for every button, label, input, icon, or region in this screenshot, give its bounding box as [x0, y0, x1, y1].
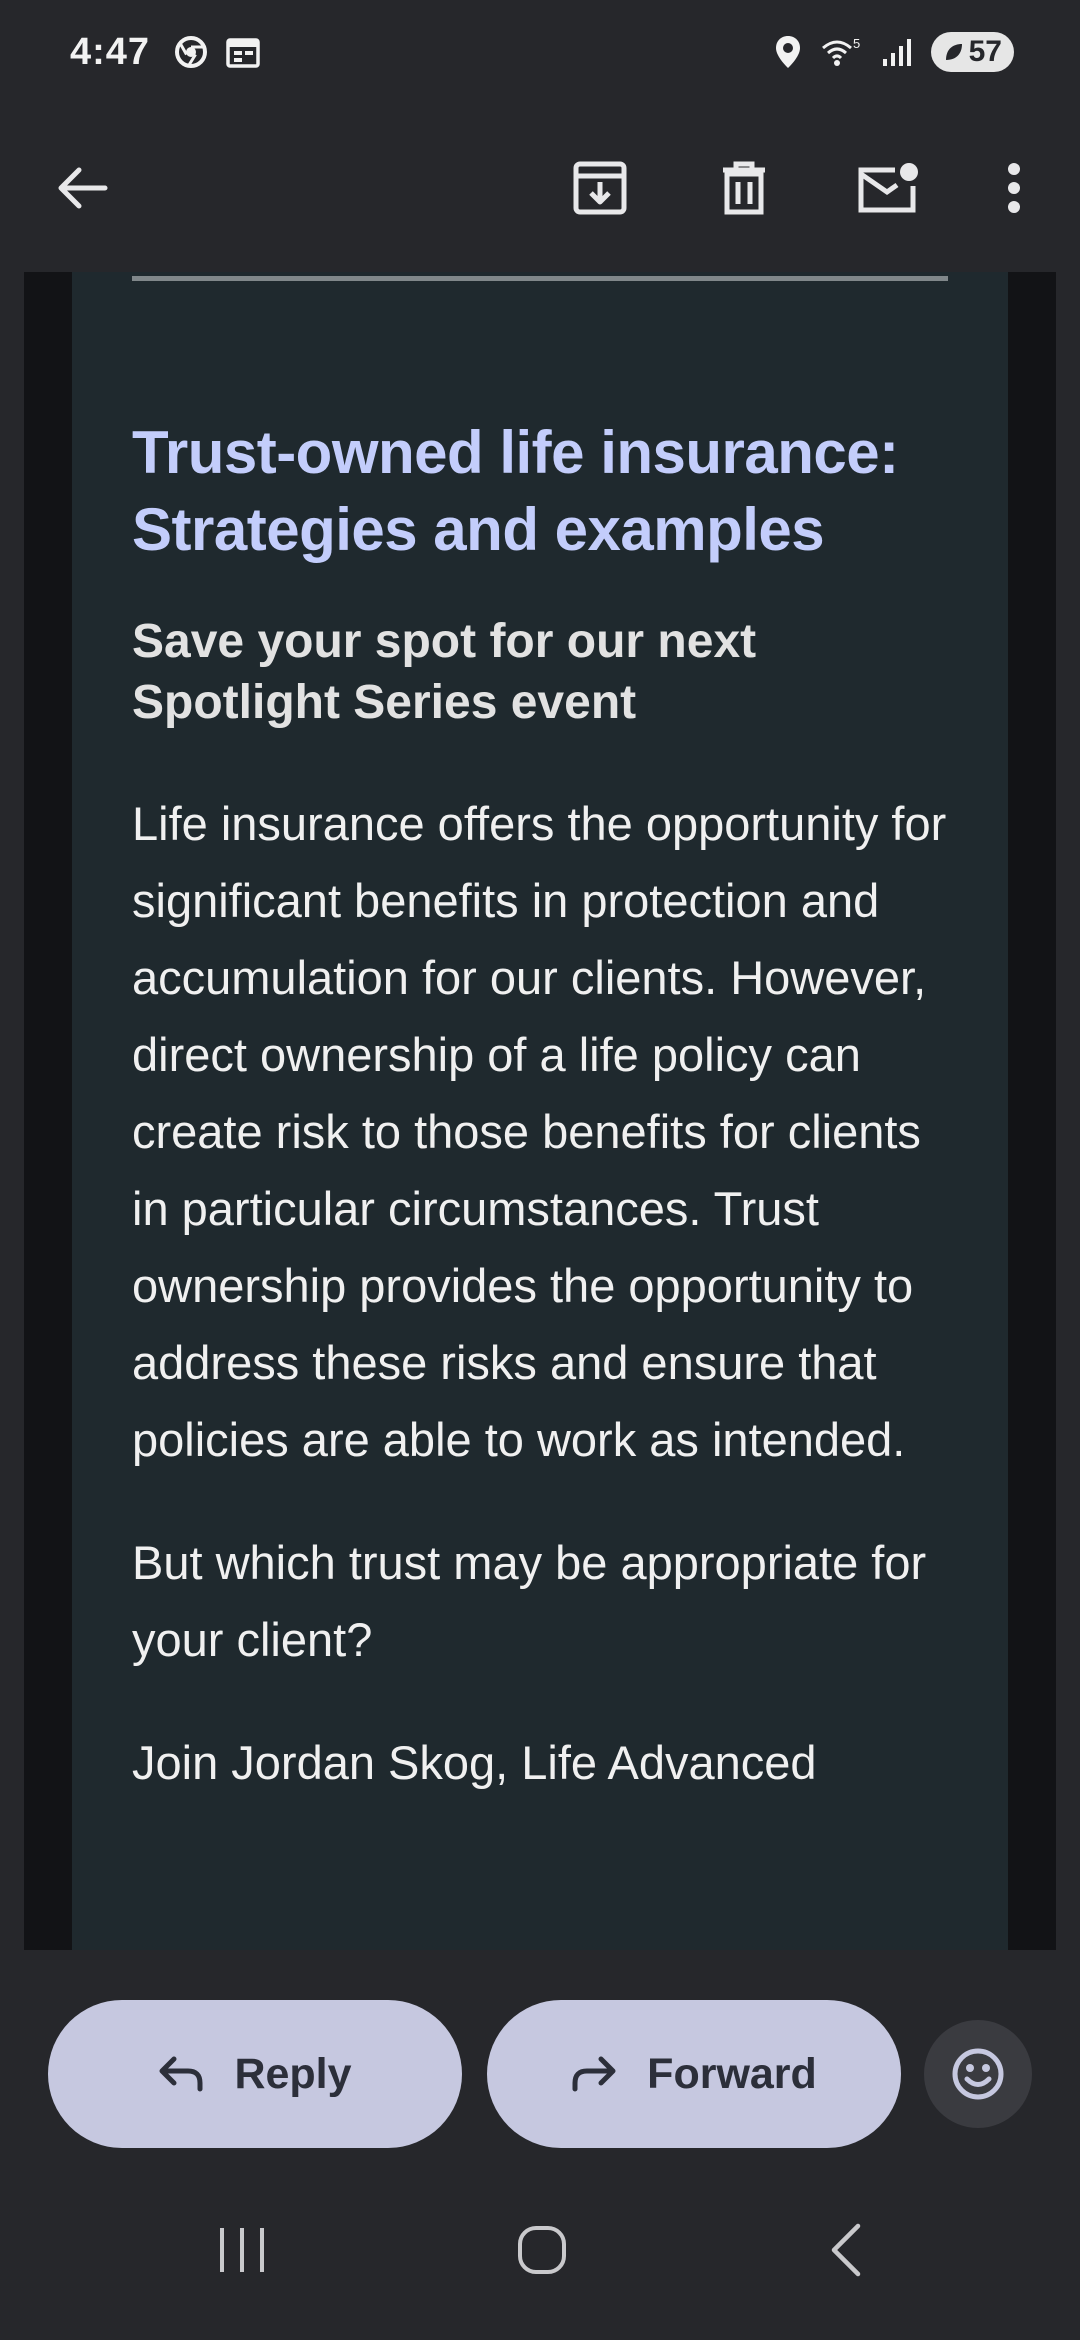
calendar-notification-icon — [226, 36, 260, 68]
chevron-left-icon — [828, 2222, 864, 2278]
emoji-reaction-button[interactable] — [924, 2020, 1032, 2128]
mark-unread-button[interactable] — [840, 104, 936, 272]
back-arrow-icon — [55, 164, 109, 212]
recent-apps-button[interactable] — [162, 2160, 322, 2340]
battery-level: 57 — [968, 35, 1002, 68]
more-options-icon — [1007, 163, 1021, 213]
status-bar: 4:47 5 57 — [0, 0, 1080, 104]
mark-unread-icon — [855, 160, 921, 216]
email-paragraph: Join Jordan Skog, Life Advanced — [132, 1736, 817, 1789]
email-subhead: Save your spot for our next Spotlight Se… — [132, 615, 757, 729]
archive-button[interactable] — [552, 104, 648, 272]
battery-saver-icon — [943, 41, 965, 63]
forward-label: Forward — [647, 2049, 817, 2098]
system-navigation-bar — [0, 2160, 1080, 2340]
email-headline: Trust-owned life insurance: Strategies a… — [132, 419, 899, 563]
delete-button[interactable] — [696, 104, 792, 272]
email-body-card: Trust-owned life insurance: Strategies a… — [72, 272, 1008, 1950]
cellular-signal-icon — [881, 37, 913, 67]
smiley-face-icon — [951, 2047, 1005, 2101]
recent-apps-icon — [217, 2224, 267, 2276]
wifi-badge: 5 — [853, 36, 860, 51]
back-button[interactable] — [34, 104, 130, 272]
wifi-icon: 5 — [819, 36, 863, 68]
reply-action-bar: Reply Forward — [0, 1950, 1080, 2160]
email-content-scroll[interactable]: Trust-owned life insurance: Strategies a… — [24, 272, 1056, 1950]
forward-button[interactable]: Forward — [487, 2000, 901, 2148]
more-options-button[interactable] — [966, 104, 1062, 272]
gmail-email-screen: 4:47 5 57 Trust-owned life insurance: St… — [0, 0, 1080, 2340]
chrome-notification-icon — [174, 35, 208, 69]
archive-icon — [572, 160, 628, 216]
home-button[interactable] — [462, 2160, 622, 2340]
home-icon — [516, 2224, 568, 2276]
email-paragraph: Life insurance offers the opportunity fo… — [132, 797, 947, 1466]
battery-indicator: 57 — [930, 32, 1014, 72]
location-icon — [775, 35, 801, 69]
reply-icon — [158, 2055, 204, 2093]
forward-icon — [571, 2055, 617, 2093]
email-paragraph: But which trust may be appropriate for y… — [132, 1536, 927, 1666]
email-app-bar — [0, 104, 1080, 272]
divider — [132, 276, 948, 281]
system-back-button[interactable] — [766, 2160, 926, 2340]
status-time: 4:47 — [70, 30, 151, 73]
delete-icon — [719, 160, 769, 216]
reply-label: Reply — [234, 2049, 352, 2098]
reply-button[interactable]: Reply — [48, 2000, 462, 2148]
